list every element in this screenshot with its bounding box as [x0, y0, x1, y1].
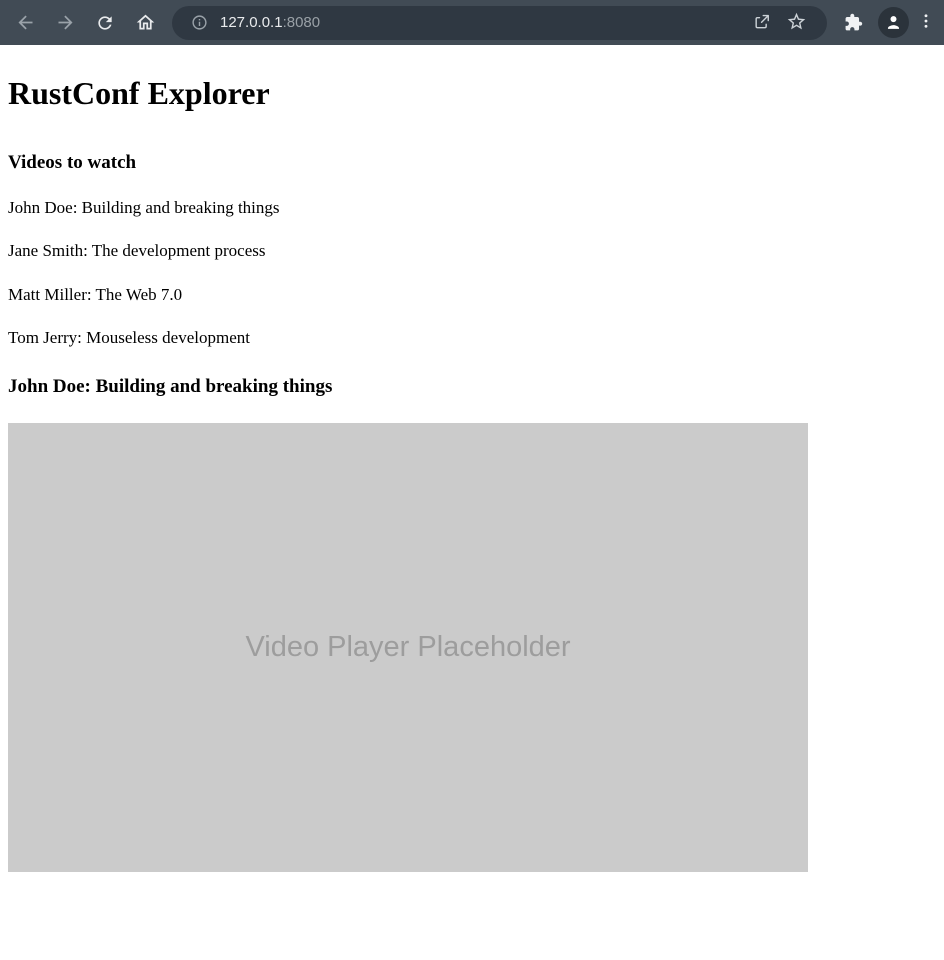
video-list: John Doe: Building and breaking things J…	[8, 198, 936, 348]
forward-arrow-icon	[55, 12, 76, 33]
avatar	[878, 7, 909, 38]
video-list-item[interactable]: Jane Smith: The development process	[8, 241, 936, 261]
video-list-item[interactable]: Matt Miller: The Web 7.0	[8, 285, 936, 305]
extensions-button[interactable]	[833, 3, 873, 43]
page-content: RustConf Explorer Videos to watch John D…	[0, 45, 944, 880]
browser-toolbar: 127.0.0.1:8080	[0, 0, 944, 45]
profile-button[interactable]	[873, 3, 913, 43]
three-dots-icon	[917, 12, 935, 33]
page-title: RustConf Explorer	[8, 75, 936, 112]
reload-icon	[95, 13, 115, 33]
videos-section-heading: Videos to watch	[8, 152, 936, 174]
share-button[interactable]	[745, 6, 779, 40]
star-icon	[786, 11, 807, 35]
browser-menu-button[interactable]	[913, 3, 939, 43]
back-button[interactable]	[5, 3, 45, 43]
home-icon	[135, 12, 156, 33]
bookmark-button[interactable]	[779, 6, 813, 40]
puzzle-icon	[844, 13, 863, 32]
video-player-placeholder-text: Video Player Placeholder	[245, 631, 570, 664]
address-text[interactable]: 127.0.0.1:8080	[220, 14, 745, 31]
selected-video-heading: John Doe: Building and breaking things	[8, 376, 936, 398]
reload-button[interactable]	[85, 3, 125, 43]
url-bar[interactable]: 127.0.0.1:8080	[172, 6, 827, 40]
video-list-item[interactable]: John Doe: Building and breaking things	[8, 198, 936, 218]
video-list-item[interactable]: Tom Jerry: Mouseless development	[8, 328, 936, 348]
forward-button[interactable]	[45, 3, 85, 43]
video-player-placeholder: Video Player Placeholder	[8, 423, 808, 872]
back-arrow-icon	[15, 12, 36, 33]
share-icon	[752, 11, 772, 34]
url-host: 127.0.0.1	[220, 14, 283, 31]
site-info-icon[interactable]	[185, 9, 213, 37]
url-port: :8080	[283, 14, 321, 31]
home-button[interactable]	[125, 3, 165, 43]
